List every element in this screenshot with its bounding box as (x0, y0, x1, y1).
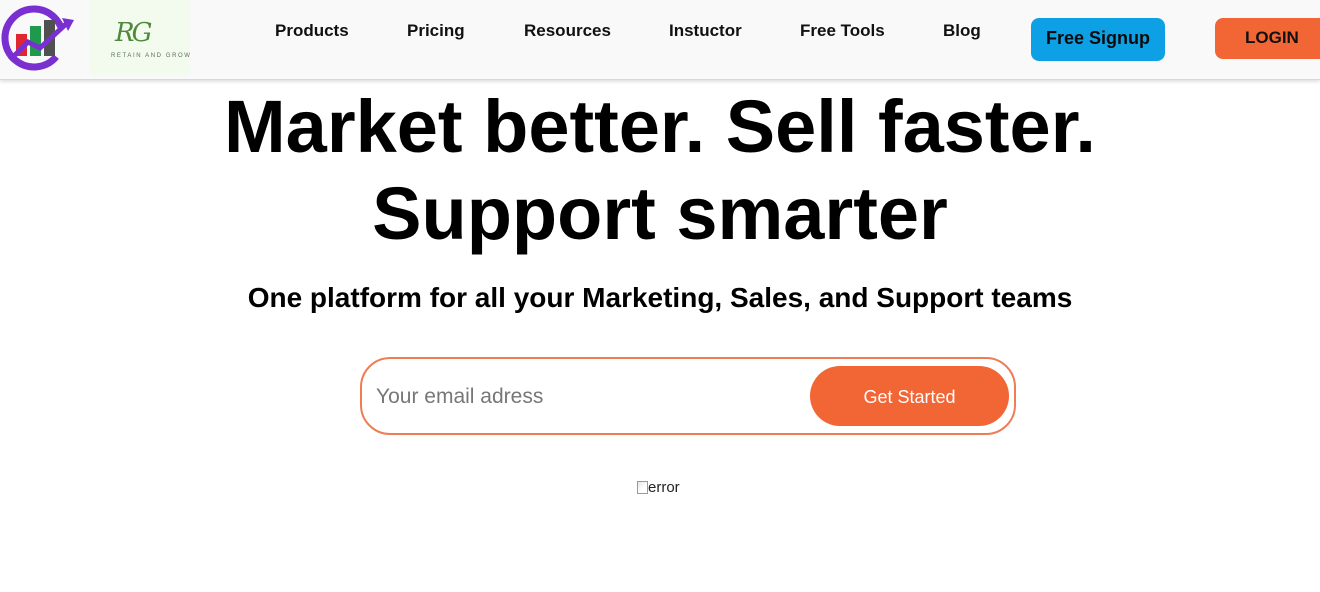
hero-subtitle: One platform for all your Marketing, Sal… (247, 282, 1073, 313)
hero-title-line-1: Market better. Sell faster. (224, 85, 1096, 168)
hero-title-line-2: Support smarter (372, 172, 948, 255)
login-button[interactable]: LOGIN (1215, 18, 1320, 59)
logo-tagline: RETAIN AND GROW (111, 53, 192, 59)
hero-title: Market better. Sell faster. Support smar… (0, 83, 1320, 257)
nav-resources[interactable]: Resources (524, 21, 611, 41)
free-signup-button[interactable]: Free Signup (1031, 18, 1165, 61)
nav-instructor[interactable]: Instuctor (669, 21, 742, 41)
hero-image-alt-text: error (648, 479, 680, 496)
email-signup-form: Get Started (360, 357, 1016, 435)
logo-letters: RG (115, 18, 152, 48)
nav-pricing[interactable]: Pricing (407, 21, 465, 41)
get-started-button[interactable]: Get Started (810, 366, 1009, 426)
nav-products[interactable]: Products (275, 21, 349, 41)
nav-blog[interactable]: Blog (943, 21, 981, 41)
chart-logo-icon[interactable] (0, 0, 78, 76)
nav-free-tools[interactable]: Free Tools (800, 21, 885, 41)
broken-image-icon (637, 481, 648, 494)
navbar: RG RETAIN AND GROW Products Pricing Reso… (0, 0, 1320, 80)
retain-and-grow-logo[interactable]: RG RETAIN AND GROW (90, 0, 190, 76)
hero-image-broken: error (637, 479, 680, 497)
email-input[interactable] (374, 375, 798, 419)
